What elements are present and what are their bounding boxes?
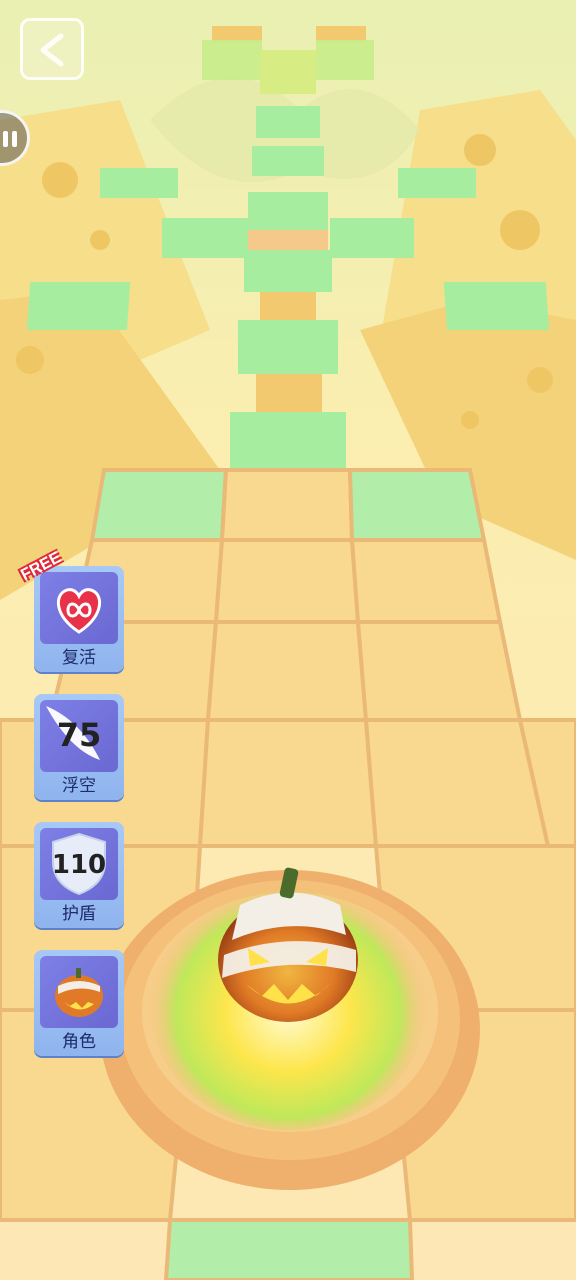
- character-button[interactable]: 角色: [34, 950, 124, 1056]
- float-button[interactable]: 75 浮空: [34, 694, 124, 800]
- pause-icon: [3, 131, 8, 147]
- float-label: 浮空: [62, 776, 96, 796]
- shield-label: 护盾: [62, 904, 96, 924]
- pumpkin-icon: [55, 968, 103, 1017]
- shield-button[interactable]: 110 护盾: [34, 822, 124, 928]
- revive-button[interactable]: FREE 复活: [18, 549, 124, 672]
- back-button[interactable]: [20, 18, 84, 80]
- character-label: 角色: [62, 1032, 96, 1052]
- chevron-left-icon: [40, 33, 64, 67]
- shield-count: 110: [51, 850, 107, 880]
- infinity-heart-icon: [56, 588, 102, 634]
- float-count: 75: [56, 716, 102, 754]
- revive-label: 复活: [62, 648, 96, 668]
